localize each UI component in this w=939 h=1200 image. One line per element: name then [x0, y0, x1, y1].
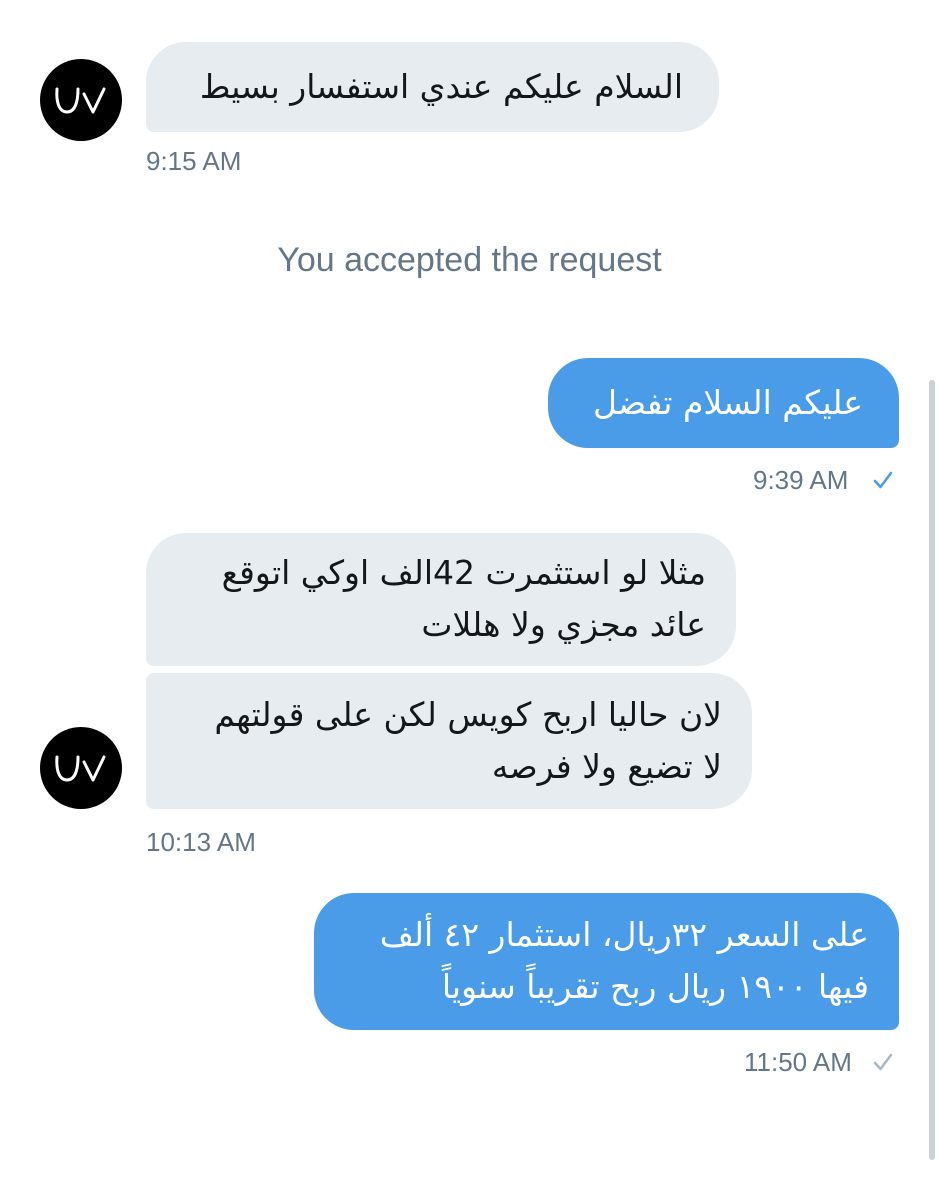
message-text-line: مثلا لو استثمرت 42الف اوكي اتوقع — [221, 553, 706, 592]
message-bubble-incoming[interactable]: لان حاليا اربح كويس لكن على قولتهم لا تض… — [146, 673, 752, 809]
message-text: عليكم السلام تفضل — [592, 383, 863, 422]
message-timestamp: 9:15 AM — [146, 146, 242, 176]
message-timestamp: 11:50 AM — [744, 1047, 852, 1077]
scrollbar[interactable] — [929, 380, 935, 1160]
request-accepted-notice: You accepted the request — [277, 241, 662, 279]
avatar[interactable] — [40, 727, 122, 809]
message-timestamp: 10:13 AM — [146, 827, 256, 857]
avatar-logo-icon — [55, 755, 106, 782]
avatar-logo-icon — [55, 87, 106, 114]
message-text-line: لان حاليا اربح كويس لكن على قولتهم — [214, 695, 722, 734]
message-text-line: فيها ١٩٠٠ ريال ربح تقريباً سنوياً — [441, 967, 869, 1006]
message-bubble-outgoing[interactable]: عليكم السلام تفضل — [548, 358, 899, 448]
message-bubble-outgoing[interactable]: على السعر ٣٢ريال، استثمار ٤٢ ألف فيها ١٩… — [314, 893, 899, 1030]
sent-check-icon — [873, 1053, 893, 1071]
message-text-line: عائد مجزي ولا هللات — [421, 605, 706, 644]
avatar[interactable] — [40, 59, 122, 141]
message-text-line: لا تضيع ولا فرصه — [491, 747, 722, 786]
message-text-line: على السعر ٣٢ريال، استثمار ٤٢ ألف — [379, 915, 869, 954]
message-bubble-incoming[interactable]: مثلا لو استثمرت 42الف اوكي اتوقع عائد مج… — [146, 533, 736, 666]
sent-check-icon — [873, 471, 893, 489]
message-text: السلام عليكم عندي استفسار بسيط — [199, 67, 683, 106]
message-timestamp: 9:39 AM — [753, 465, 849, 495]
message-bubble-incoming[interactable]: السلام عليكم عندي استفسار بسيط — [146, 42, 719, 132]
